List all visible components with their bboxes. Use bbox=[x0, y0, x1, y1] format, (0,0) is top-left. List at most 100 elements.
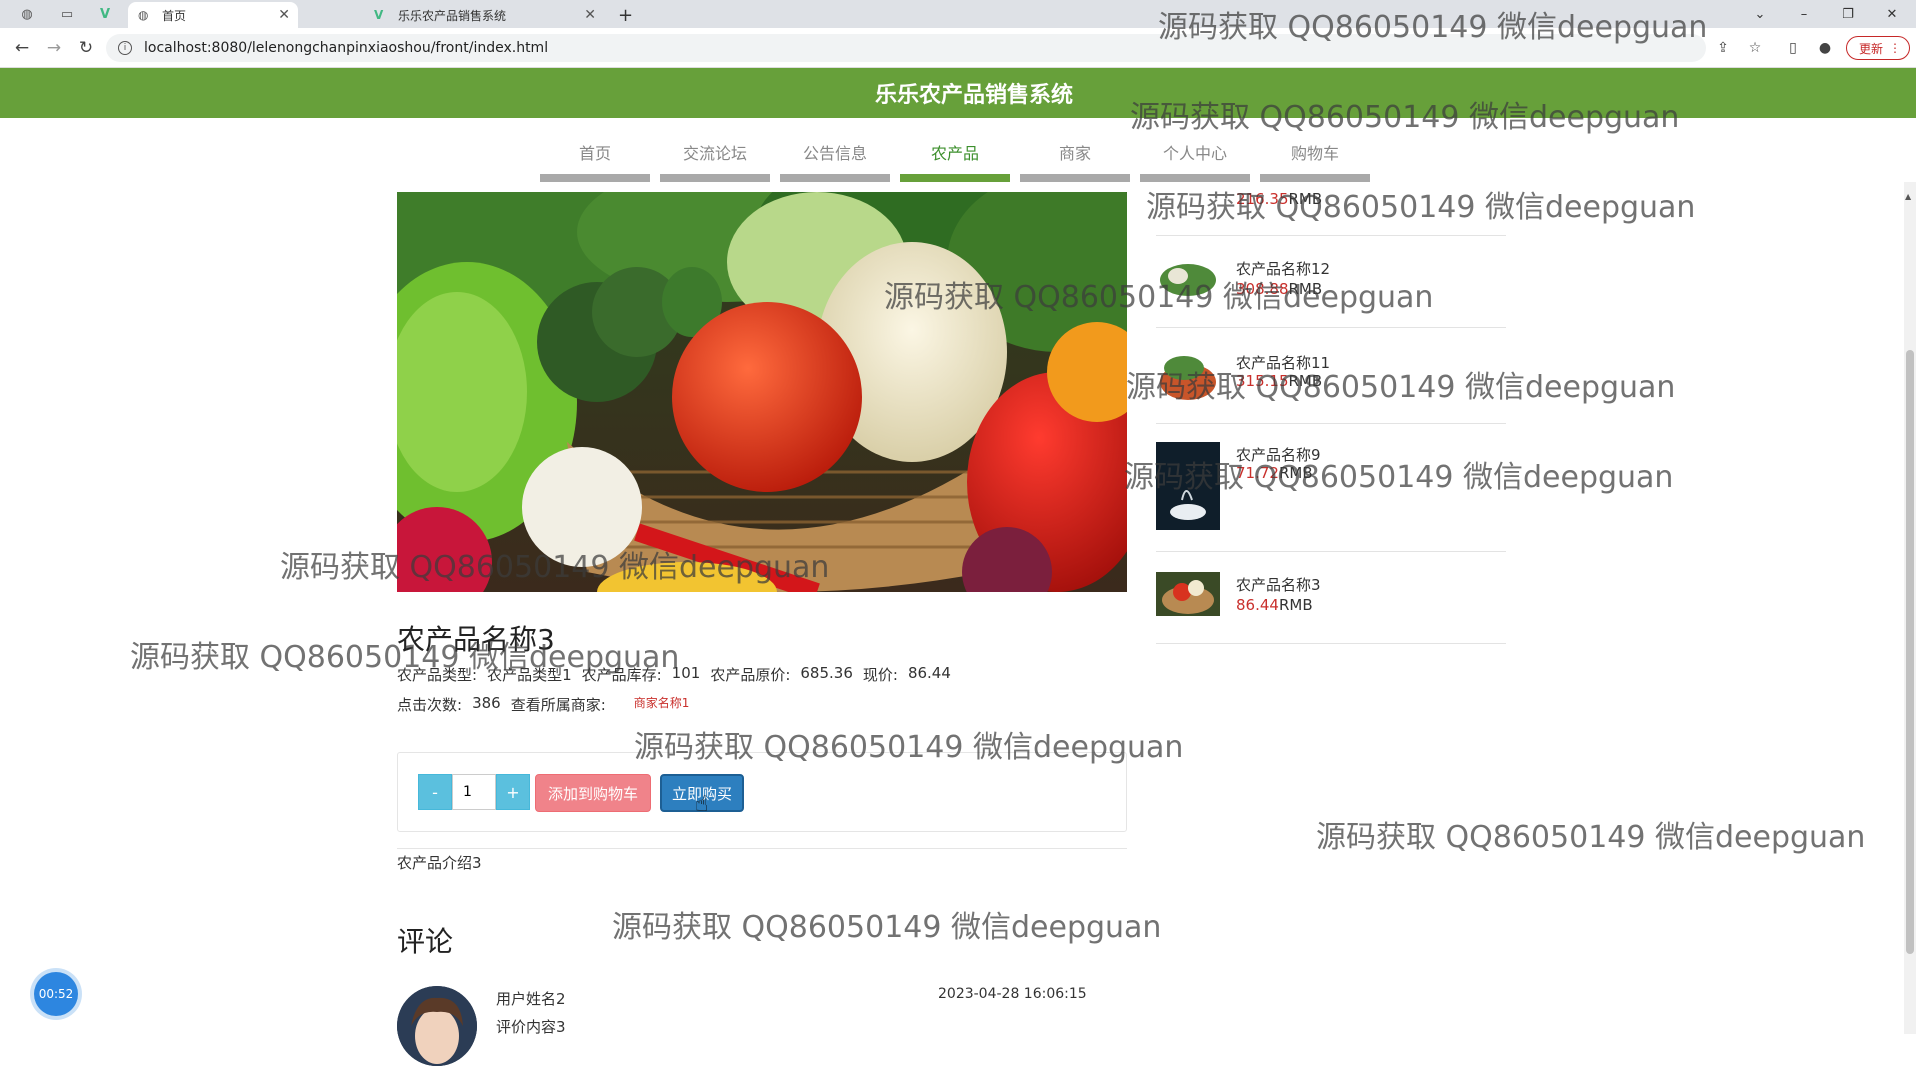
hand-cursor-icon: ☝ bbox=[695, 792, 709, 817]
tab-title: 首页 bbox=[162, 8, 187, 23]
globe-icon: ◍ bbox=[138, 8, 149, 22]
quantity-input[interactable] bbox=[452, 774, 496, 810]
nav-underline bbox=[900, 174, 1010, 182]
list-item[interactable]: 农产品名称3 86.44RMB bbox=[1156, 562, 1506, 644]
merchant-label: 查看所属商家: bbox=[510, 696, 606, 714]
comments-title: 评论 bbox=[397, 925, 454, 958]
product-intro: 农产品介绍3 bbox=[397, 854, 482, 872]
nav-label: 个人中心 bbox=[1162, 144, 1227, 163]
divider bbox=[397, 848, 1127, 849]
product-meta-line-1: 农产品类型: 农产品类型1 农产品库存: 101 农产品原价: 685.36 现… bbox=[397, 664, 951, 685]
nav-underline bbox=[1260, 174, 1370, 182]
nav-underline bbox=[660, 174, 770, 182]
arrow-left-icon[interactable]: ← bbox=[10, 36, 34, 60]
side-price: 216.35RMB bbox=[1236, 190, 1322, 208]
product-thumbnail bbox=[1156, 254, 1220, 298]
price-value: 308.88 bbox=[1236, 280, 1289, 298]
stock-label: 农产品库存: bbox=[581, 666, 662, 684]
product-meta-line-2: 点击次数: 386 查看所属商家: 商家名称1 bbox=[397, 694, 689, 715]
decrease-quantity-button[interactable]: - bbox=[418, 774, 452, 810]
side-price: 71.72RMB bbox=[1236, 464, 1313, 482]
nav-label: 商家 bbox=[1058, 144, 1091, 163]
side-product-name: 农产品名称12 bbox=[1236, 260, 1331, 278]
comment-user-name: 用户姓名2 bbox=[496, 990, 566, 1008]
clicks-value: 386 bbox=[472, 694, 501, 712]
side-product-name: 农产品名称3 bbox=[1236, 576, 1321, 594]
increase-quantity-button[interactable]: + bbox=[496, 774, 530, 810]
vue-icon[interactable]: V bbox=[90, 4, 120, 24]
info-icon[interactable]: i bbox=[118, 41, 132, 55]
browser-tab-system[interactable]: V 乐乐农产品销售系统 ✕ bbox=[364, 2, 604, 28]
comment-timestamp: 2023-04-28 16:06:15 bbox=[938, 986, 1087, 1002]
scroll-up-icon[interactable]: ▲ bbox=[1905, 192, 1911, 201]
arrow-right-icon[interactable]: → bbox=[42, 36, 66, 60]
chevron-down-icon[interactable]: ⌄ bbox=[1738, 0, 1782, 28]
side-price: 86.44RMB bbox=[1236, 596, 1313, 614]
more-icon: ⋮ bbox=[1889, 41, 1901, 55]
current-price-value: 86.44 bbox=[907, 664, 951, 682]
nav-label: 公告信息 bbox=[802, 144, 867, 163]
scrollbar-thumb[interactable] bbox=[1906, 350, 1914, 954]
nav-forum[interactable]: 交流论坛 bbox=[660, 136, 770, 182]
product-image bbox=[397, 192, 1127, 592]
address-bar-row: ← → ↻ i localhost:8080/lelenongchanpinxi… bbox=[0, 28, 1916, 68]
price-value: 86.44 bbox=[1236, 596, 1279, 614]
browser-tab-home[interactable]: ◍ 首页 ✕ bbox=[128, 2, 298, 28]
nav-cart[interactable]: 购物车 bbox=[1260, 136, 1370, 182]
new-tab-button[interactable]: + bbox=[612, 2, 640, 28]
main-nav: 首页 交流论坛 公告信息 农产品 商家 个人中心 购物车 bbox=[540, 136, 1380, 182]
nav-products[interactable]: 农产品 bbox=[900, 136, 1010, 182]
side-price: 315.15RMB bbox=[1236, 372, 1322, 390]
restore-icon[interactable]: ❐ bbox=[1826, 0, 1870, 28]
currency: RMB bbox=[1288, 280, 1323, 298]
url-text: localhost:8080/lelenongchanpinxiaoshou/f… bbox=[144, 40, 549, 56]
nav-notices[interactable]: 公告信息 bbox=[780, 136, 890, 182]
currency: RMB bbox=[1288, 190, 1323, 208]
star-icon[interactable]: ☆ bbox=[1744, 38, 1766, 58]
currency: RMB bbox=[1288, 372, 1323, 390]
tab-title: 乐乐农产品销售系统 bbox=[398, 8, 507, 23]
original-price-value: 685.36 bbox=[800, 664, 853, 682]
price-value: 71.72 bbox=[1236, 464, 1279, 482]
type-value: 农产品类型1 bbox=[487, 666, 572, 684]
nav-label: 交流论坛 bbox=[682, 144, 747, 163]
price-value: 216.35 bbox=[1236, 190, 1289, 208]
blank-page-icon[interactable]: ▭ bbox=[52, 4, 82, 24]
list-item[interactable]: 农产品名称12 308.88RMB bbox=[1156, 246, 1506, 328]
globe-icon[interactable]: ◍ bbox=[12, 4, 42, 24]
price-value: 315.15 bbox=[1236, 372, 1289, 390]
share-icon[interactable]: ⇪ bbox=[1712, 38, 1734, 58]
watermark: 源码获取 QQ86050149 微信deepguan bbox=[1316, 820, 1866, 855]
nav-underline bbox=[780, 174, 890, 182]
add-to-cart-button[interactable]: 添加到购物车 bbox=[535, 774, 651, 812]
nav-user-center[interactable]: 个人中心 bbox=[1140, 136, 1250, 182]
nav-label: 购物车 bbox=[1290, 144, 1339, 163]
nav-home[interactable]: 首页 bbox=[540, 136, 650, 182]
list-item[interactable]: 农产品名称11 315.15RMB bbox=[1156, 338, 1506, 424]
watermark: 源码获取 QQ86050149 微信deepguan bbox=[612, 910, 1162, 945]
profile-icon[interactable]: ● bbox=[1814, 38, 1836, 58]
list-item[interactable]: 216.35RMB bbox=[1156, 182, 1506, 236]
close-window-icon[interactable]: ✕ bbox=[1870, 0, 1914, 28]
url-input[interactable]: i localhost:8080/lelenongchanpinxiaoshou… bbox=[106, 34, 1706, 62]
nav-underline bbox=[1020, 174, 1130, 182]
timer-badge[interactable]: 00:52 bbox=[34, 972, 78, 1016]
browser-tab-bar: ◍ ▭ V ◍ 首页 ✕ V 乐乐农产品销售系统 ✕ + ⌄ – ❐ ✕ bbox=[0, 0, 1916, 28]
close-icon[interactable]: ✕ bbox=[584, 7, 596, 23]
list-item[interactable]: 农产品名称9 71.72RMB bbox=[1156, 434, 1506, 552]
avatar bbox=[397, 986, 477, 1066]
product-thumbnail bbox=[1156, 572, 1220, 616]
merchant-link[interactable]: 商家名称1 bbox=[634, 694, 690, 715]
side-product-name: 农产品名称9 bbox=[1236, 446, 1321, 464]
update-label: 更新 bbox=[1859, 41, 1884, 56]
update-button[interactable]: 更新 ⋮ bbox=[1846, 36, 1910, 60]
side-price: 308.88RMB bbox=[1236, 280, 1322, 298]
vue-icon: V bbox=[374, 8, 384, 22]
close-icon[interactable]: ✕ bbox=[278, 7, 290, 23]
nav-merchants[interactable]: 商家 bbox=[1020, 136, 1130, 182]
minimize-icon[interactable]: – bbox=[1782, 0, 1826, 28]
side-panel-icon[interactable]: ▯ bbox=[1782, 38, 1804, 58]
reload-icon[interactable]: ↻ bbox=[74, 36, 98, 60]
nav-underline bbox=[1140, 174, 1250, 182]
current-price-label: 现价: bbox=[862, 666, 898, 684]
